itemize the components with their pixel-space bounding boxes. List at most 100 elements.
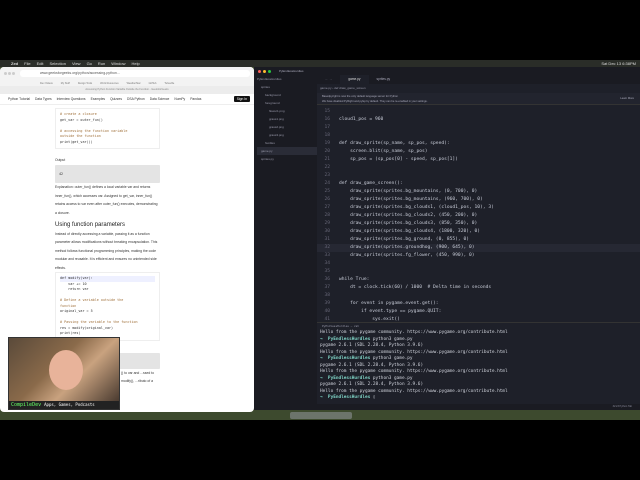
code-line[interactable]: 28 draw_sprite(sprites.bg_clouds2, (450,… — [317, 212, 640, 220]
menu-view[interactable]: View — [72, 61, 81, 66]
code-line[interactable]: 21 sp_pos = (sp_pos[0] - speed, sp_pos[1… — [317, 156, 640, 164]
menu-file[interactable]: File — [24, 61, 30, 66]
bookmark[interactable]: Tubeville — [164, 82, 174, 85]
bookmark[interactable]: GitHub — [149, 82, 157, 85]
code-text: sp_pos = (sp_pos[0] - speed, sp_pos[1]) — [339, 157, 458, 162]
code-line[interactable]: 16 cloud1_pos = 960 — [317, 116, 640, 124]
menu-selection[interactable]: Selection — [49, 61, 65, 66]
menu-run[interactable]: Run — [98, 61, 105, 66]
webcam-overlay: CompileDev Apps, Games, Podcasts — [8, 337, 120, 410]
code-line[interactable]: 40 if event.type == pygame.QUIT: — [317, 308, 640, 316]
code-editor[interactable]: 15 16 cloud1_pos = 960 17 18 19 def draw_sprit… — [317, 108, 640, 323]
code-line[interactable]: 30 draw_sprite(sprites.bg_clouds4, (1800… — [317, 228, 640, 236]
tree-item[interactable]: foreground — [257, 99, 317, 107]
line-number: 31 — [324, 237, 330, 242]
minimize-icon[interactable] — [263, 69, 266, 73]
nav-data-science[interactable]: Data Science — [150, 97, 170, 101]
output-box: 42 — [55, 164, 160, 183]
code-line[interactable]: 33 draw_sprite(sprites.fg_flower, (450, … — [317, 252, 640, 260]
code-line[interactable]: 38 — [317, 292, 640, 300]
tree-item[interactable]: sprites.py — [257, 155, 317, 163]
code-line[interactable]: 20 screen.blit(sp_name, sp_pos) — [317, 148, 640, 156]
project-title: PyEndlessHurdles — [279, 69, 304, 73]
tree-item[interactable]: grass1.png — [257, 115, 317, 123]
zoom-icon[interactable] — [268, 69, 271, 73]
tab-game-py[interactable]: game.py — [340, 75, 369, 84]
code-line[interactable]: 27 draw_sprite(sprites.bg_clouds1, (clou… — [317, 204, 640, 212]
tree-item[interactable]: sprites — [257, 83, 317, 91]
address-bar[interactable]: www.geeksforgeeks.org/python/accessing-p… — [20, 70, 250, 77]
code-line[interactable]: 37 dt = clock.tick(60) / 1000 # Delta ti… — [317, 284, 640, 292]
tree-item[interactable]: grass2.png — [257, 123, 317, 131]
close-icon[interactable] — [258, 69, 261, 73]
code-line[interactable]: 18 — [317, 132, 640, 140]
clock[interactable]: Sat Dec 13 6:38PM — [601, 61, 640, 66]
code-line[interactable]: 26 draw_sprite(sprites.bg_mountains, (96… — [317, 196, 640, 204]
terminal-text: Hello from the pygame community. https:/… — [320, 388, 508, 394]
tree-item[interactable]: PyEndlessHurdles — [257, 75, 317, 83]
menu-edit[interactable]: Edit — [37, 61, 44, 66]
code-line[interactable]: 29 draw_sprite(sprites.bg_clouds3, (850,… — [317, 220, 640, 228]
bookmark[interactable]: Work Resources — [100, 82, 118, 85]
nav-arrows[interactable]: ← → — [317, 75, 340, 84]
terminal-tab[interactable]: PyEndlessHurdles — zsh — [317, 323, 640, 330]
nav-dsa[interactable]: DSA Python — [127, 97, 145, 101]
status-bar: 32:23 Python Tab — [254, 404, 640, 410]
code-line[interactable]: 24 def draw_game_screen(): — [317, 180, 640, 188]
line-number: 38 — [324, 293, 330, 298]
editor-titlebar: PyEndlessHurdles — [254, 67, 640, 75]
code-line[interactable]: 23 — [317, 172, 640, 180]
code-text: def draw_sprite(sp_name, sp_pos, speed): — [339, 141, 450, 146]
line-number: 23 — [324, 173, 330, 178]
learn-more-button[interactable]: Learn More — [620, 96, 634, 101]
nav-interview[interactable]: Interview Questions — [57, 97, 86, 101]
code-line[interactable]: 31 draw_sprite(sprites.bg_ground, (0, 85… — [317, 236, 640, 244]
tab-sprites-py[interactable]: sprites.py — [369, 75, 399, 84]
tab-title-banner[interactable]: Accessing Python Function Variable Outsi… — [0, 86, 254, 94]
line-number: 20 — [324, 149, 330, 154]
code-line[interactable]: 22 — [317, 164, 640, 172]
terminal-text: pygame 2.6.1 (SDL 2.28.4, Python 3.9.6) — [320, 382, 424, 387]
menu-go[interactable]: Go — [87, 61, 92, 66]
terminal-text: pygame 2.6.1 (SDL 2.28.4, Python 3.9.6) — [320, 362, 424, 368]
code-line[interactable]: 19 def draw_sprite(sp_name, sp_pos, speed… — [317, 140, 640, 148]
bookmark[interactable]: WeatherStar — [127, 82, 141, 85]
code-line[interactable]: 35 — [317, 268, 640, 276]
code-text: if event.type == pygame.QUIT: — [339, 309, 442, 314]
sign-in-button[interactable]: Sign In — [233, 96, 250, 102]
line-number: 28 — [324, 213, 330, 218]
menu-app[interactable]: Zed — [11, 61, 18, 66]
terminal-text: pygame 2.6.1 (SDL 2.28.4, Python 3.9.6) — [320, 343, 424, 348]
line-number: 25 — [324, 189, 330, 194]
tree-item[interactable]: grass3.png — [257, 131, 317, 139]
nav-pandas[interactable]: Pandas — [190, 97, 201, 101]
line-number: 33 — [324, 253, 330, 258]
tree-item[interactable]: background — [257, 91, 317, 99]
bookmark[interactable]: Design Tools — [78, 82, 92, 85]
nav-quizzes[interactable]: Quizzes — [110, 97, 122, 101]
code-line[interactable]: 39 for event in pygame.event.get(): — [317, 300, 640, 308]
dock[interactable] — [290, 412, 352, 419]
nav-examples[interactable]: Examples — [91, 97, 105, 101]
code-line[interactable]: 15 — [317, 108, 640, 116]
code-text: draw_sprite(sprites.bg_mountains, (0, 70… — [339, 189, 478, 194]
menu-window[interactable]: Window — [111, 61, 125, 66]
line-number: 39 — [324, 301, 330, 306]
tree-item[interactable]: game.py — [257, 147, 317, 155]
tree-item[interactable]: flower1.png — [257, 107, 317, 115]
bookmark[interactable]: My Stuff — [61, 82, 70, 85]
nav-numpy[interactable]: NumPy — [174, 97, 185, 101]
terminal-panel[interactable]: PyEndlessHurdles — zsh Hello from the py… — [317, 322, 640, 403]
bookmark[interactable]: Dev Videos — [40, 82, 53, 85]
tree-item[interactable]: hurdles — [257, 139, 317, 147]
code-line[interactable]: 32 draw_sprite(sprites.groundhog, (900, … — [317, 244, 640, 252]
code-line[interactable]: 25 draw_sprite(sprites.bg_mountains, (0,… — [317, 188, 640, 196]
code-line[interactable]: 36 while True: — [317, 276, 640, 284]
nav-python-tutorial[interactable]: Python Tutorial — [8, 97, 30, 101]
nav-data-types[interactable]: Data Types — [35, 97, 52, 101]
menu-help[interactable]: Help — [131, 61, 139, 66]
window-controls[interactable] — [4, 71, 16, 76]
code-line[interactable]: 17 — [317, 124, 640, 132]
breadcrumb[interactable]: game.py › def draw_game_screen — [320, 86, 366, 90]
code-line[interactable]: 34 — [317, 260, 640, 268]
